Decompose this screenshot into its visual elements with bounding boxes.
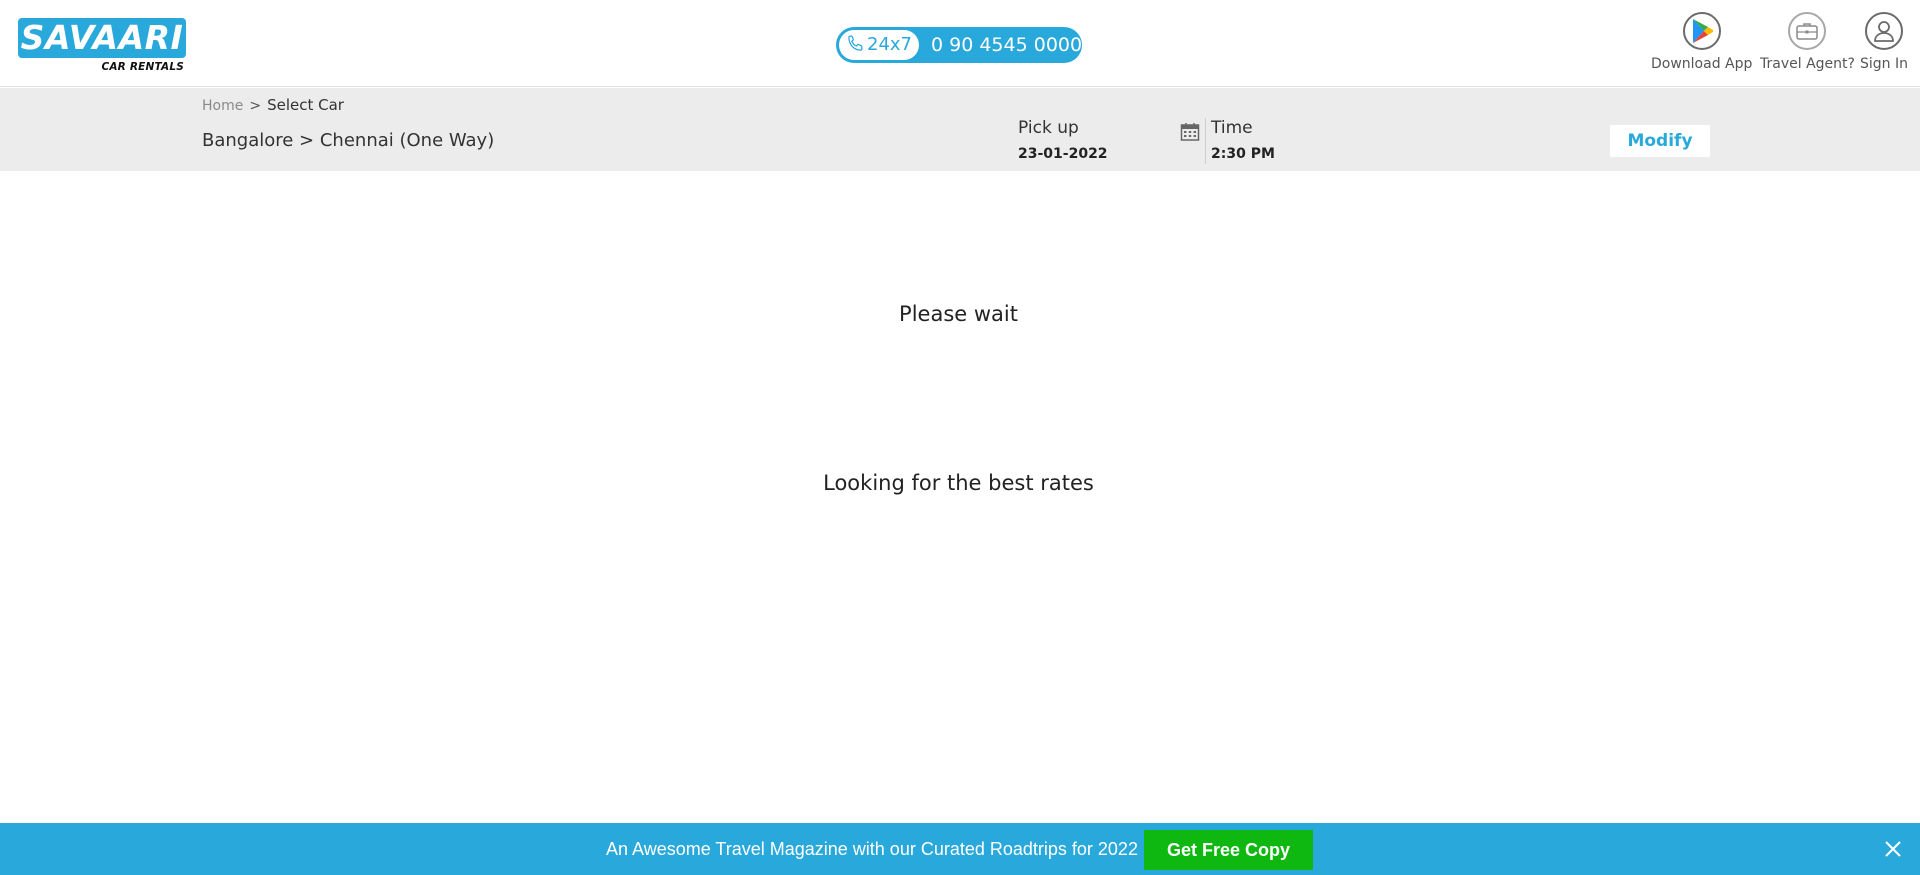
modify-button[interactable]: Modify [1610, 125, 1710, 157]
phone-icon [848, 35, 863, 51]
support-badge: 24x7 [839, 30, 919, 60]
breadcrumb: Home > Select Car [202, 96, 344, 114]
breadcrumb-home[interactable]: Home [202, 98, 243, 114]
support-phone-pill[interactable]: 24x7 0 90 4545 0000 [836, 27, 1082, 63]
please-wait-heading: Please wait [899, 302, 1018, 326]
search-summary-bar: Home > Select Car Bangalore > Chennai (One… [0, 88, 1920, 171]
user-icon [1865, 12, 1903, 50]
logo-wordmark: SAVAARI [18, 18, 186, 58]
loading-message: Looking for the best rates [823, 471, 1094, 495]
logo-tagline: CAR RENTALS [101, 61, 184, 73]
promo-banner-text: An Awesome Travel Magazine with our Cura… [606, 839, 1138, 859]
close-icon[interactable] [1883, 839, 1903, 859]
breadcrumb-separator: > [249, 98, 262, 114]
calendar-icon[interactable] [1180, 122, 1200, 142]
promo-banner: An Awesome Travel Magazine with our Cura… [0, 823, 1920, 875]
pickup-label: Pick up [1018, 118, 1079, 138]
sign-in-link[interactable]: Sign In [1860, 12, 1908, 72]
travel-agent-link[interactable]: Travel Agent? [1760, 12, 1855, 72]
sign-in-label: Sign In [1860, 56, 1908, 72]
time-label: Time [1211, 118, 1253, 138]
play-store-icon [1682, 12, 1721, 50]
support-phone-number[interactable]: 0 90 4545 0000 [931, 27, 1082, 63]
get-free-copy-button[interactable]: Get Free Copy [1144, 830, 1313, 870]
pickup-time[interactable]: 2:30 PM [1211, 146, 1275, 162]
travel-agent-label: Travel Agent? [1760, 56, 1855, 72]
site-header: SAVAARI CAR RENTALS 24x7 0 90 4545 0000 … [0, 0, 1920, 87]
savaari-logo[interactable]: SAVAARI CAR RENTALS [18, 18, 186, 74]
download-app-label: Download App [1651, 56, 1753, 72]
field-divider [1205, 118, 1206, 164]
breadcrumb-current: Select Car [267, 96, 344, 114]
pickup-date[interactable]: 23-01-2022 [1018, 146, 1108, 162]
download-app-link[interactable]: Download App [1651, 12, 1752, 72]
trip-route: Bangalore > Chennai (One Way) [202, 130, 495, 151]
support-badge-label: 24x7 [867, 34, 913, 55]
briefcase-icon [1788, 12, 1827, 50]
